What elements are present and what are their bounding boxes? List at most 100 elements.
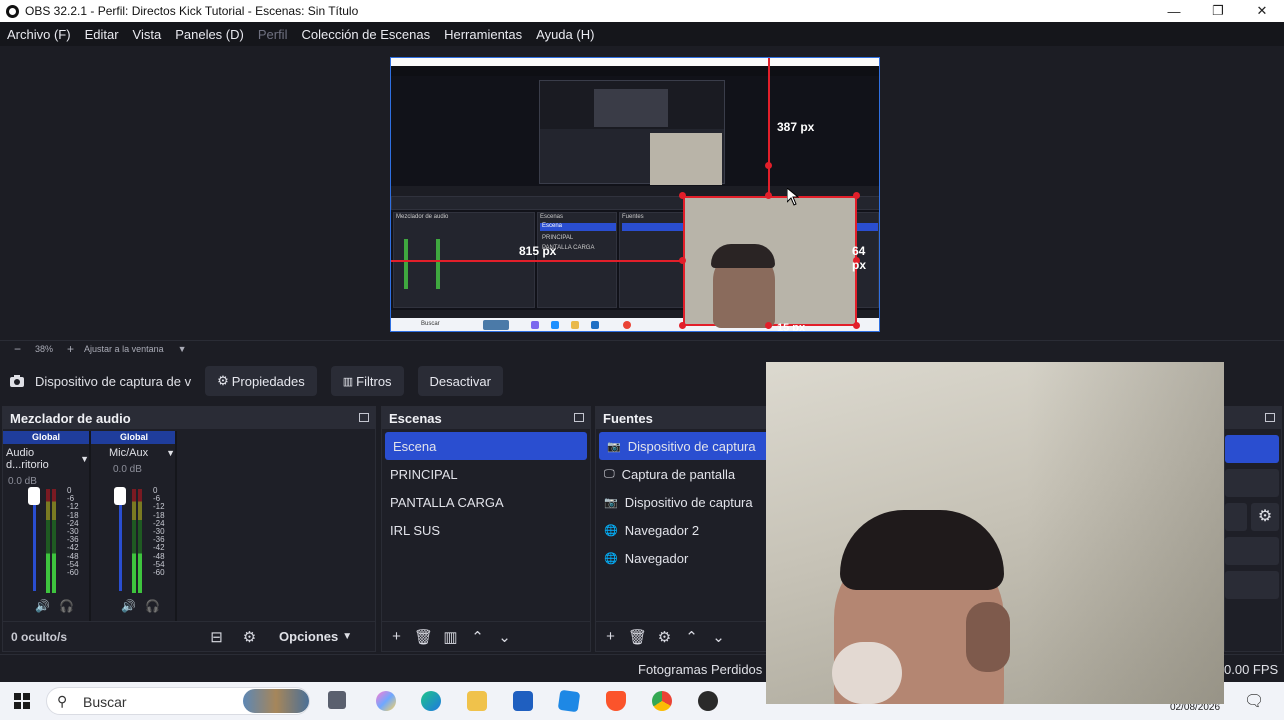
monitor-icon: 🖵 <box>604 467 615 480</box>
program-preview[interactable]: Mezclador de audio Escenas Escena PRINCI… <box>390 57 880 332</box>
undock-icon[interactable] <box>574 413 584 422</box>
resize-handle[interactable] <box>679 192 686 199</box>
title-bar: OBS 32.2.1 - Perfil: Directos Kick Tutor… <box>0 0 1284 22</box>
file-explorer-icon[interactable] <box>467 691 487 711</box>
close-button[interactable]: ✕ <box>1240 0 1284 22</box>
menu-paneles[interactable]: Paneles (D) <box>168 27 251 42</box>
mouse-cursor-icon <box>787 188 799 206</box>
start-streaming-button[interactable] <box>1225 435 1279 463</box>
scene-filters-icon[interactable]: ▥ <box>437 628 464 646</box>
scene-item[interactable]: PANTALLA CARGA <box>382 488 590 516</box>
scenes-dock: Escenas Escena PRINCIPAL PANTALLA CARGA … <box>381 406 591 652</box>
headphones-icon[interactable]: 🎧 <box>59 599 74 613</box>
menu-perfil[interactable]: Perfil <box>251 27 295 42</box>
task-view-icon[interactable] <box>328 691 346 709</box>
mixer-channel-mic: Global Mic/Aux ▼ 0.0 dB 0 -6 -12 -18 -24 -30-… <box>91 431 177 621</box>
headphones-icon[interactable]: 🎧 <box>145 599 160 613</box>
store-icon[interactable] <box>513 691 533 711</box>
selected-webcam-source[interactable] <box>683 196 857 328</box>
resize-handle[interactable] <box>765 162 772 169</box>
chevron-down-icon[interactable]: ▼ <box>342 631 352 642</box>
studio-mode-button[interactable] <box>1225 537 1279 565</box>
meter-scale: 0 -6 -12 -18 -24 -30 -36 -42 -48 -54 -60 <box>153 486 165 578</box>
menu-vista[interactable]: Vista <box>126 27 169 42</box>
volume-slider-handle[interactable] <box>114 487 126 505</box>
properties-button[interactable]: ⚙ Propiedades <box>205 366 317 396</box>
windows-start-icon[interactable] <box>14 693 30 709</box>
filters-button[interactable]: ▥ Filtros <box>330 366 404 396</box>
gear-icon[interactable]: ⚙ <box>651 628 678 646</box>
resize-handle[interactable] <box>679 322 686 329</box>
copilot-icon[interactable] <box>376 691 396 711</box>
search-icon: ⚲ <box>57 693 68 709</box>
zoom-in-button[interactable]: + <box>67 342 74 356</box>
channel-menu-icon[interactable]: ▼ <box>80 454 89 464</box>
volume-slider-handle[interactable] <box>28 487 40 505</box>
move-down-icon[interactable]: ⌄ <box>705 628 732 646</box>
guide-line-top <box>768 58 770 196</box>
zoom-out-button[interactable]: − <box>14 342 21 356</box>
hidden-count: 0 oculto/s <box>11 629 68 644</box>
nested-preview-window <box>539 80 725 185</box>
add-scene-button[interactable]: + <box>383 628 410 645</box>
level-meter <box>46 489 50 593</box>
notification-icon[interactable]: 🗨 <box>1244 691 1264 711</box>
obs-icon[interactable] <box>698 691 718 711</box>
brave-icon[interactable] <box>606 691 626 711</box>
taskbar-search-box[interactable]: ⚲ Buscar <box>46 687 310 715</box>
move-down-icon[interactable]: ⌄ <box>491 628 518 646</box>
menu-archivo[interactable]: Archivo (F) <box>0 27 78 42</box>
trash-icon[interactable]: 🗑 <box>624 628 651 646</box>
speaker-icon[interactable]: 🔊 <box>121 599 136 613</box>
maximize-button[interactable]: ❐ <box>1196 0 1240 22</box>
add-source-button[interactable]: + <box>597 628 624 645</box>
deactivate-button[interactable]: Desactivar <box>417 366 503 396</box>
scene-item[interactable]: IRL SUS <box>382 516 590 544</box>
menu-coleccion-escenas[interactable]: Colección de Escenas <box>294 27 437 42</box>
resize-handle[interactable] <box>679 257 686 264</box>
measure-left-label: 815 px <box>519 244 557 258</box>
trash-icon[interactable]: 🗑 <box>410 628 437 646</box>
undock-icon[interactable] <box>1265 413 1275 422</box>
menu-ayuda[interactable]: Ayuda (H) <box>529 27 601 42</box>
zoom-dropdown-icon[interactable]: ▼ <box>178 344 187 354</box>
outlook-icon[interactable] <box>557 689 581 713</box>
undock-icon[interactable] <box>359 413 369 422</box>
level-meter <box>132 489 136 593</box>
measure-right-label: 64 px <box>852 244 867 272</box>
zoom-level: 38% <box>35 344 54 354</box>
selected-source-name: Dispositivo de captura de v <box>35 373 192 389</box>
move-up-icon[interactable]: ⌃ <box>678 628 705 646</box>
chrome-icon[interactable] <box>652 691 672 711</box>
zoom-bar: − 38% + Ajustar a la ventana ▼ <box>0 340 1284 357</box>
channel-menu-icon[interactable]: ▼ <box>166 448 175 458</box>
fit-to-window-label[interactable]: Ajustar a la ventana <box>84 344 164 354</box>
minimize-button[interactable]: — <box>1152 0 1196 22</box>
audio-mixer-dock: Mezclador de audio Global Audio d...rito… <box>2 406 376 652</box>
edge-icon[interactable] <box>421 691 441 711</box>
menu-editar[interactable]: Editar <box>78 27 126 42</box>
speaker-icon[interactable]: 🔊 <box>35 599 50 613</box>
resize-handle[interactable] <box>853 192 860 199</box>
start-recording-button[interactable] <box>1225 469 1279 497</box>
scene-item[interactable]: PRINCIPAL <box>382 460 590 488</box>
level-meter <box>52 489 56 593</box>
menu-herramientas[interactable]: Herramientas <box>437 27 529 42</box>
resize-handle[interactable] <box>765 192 772 199</box>
controls-dock: ⚙ <box>1224 406 1282 652</box>
gear-icon[interactable]: ⚙ <box>1251 503 1279 531</box>
camera-icon: 📷 <box>607 440 621 453</box>
level-meter <box>138 489 142 593</box>
camera-icon: 📷 <box>604 496 618 509</box>
advanced-audio-icon[interactable]: ⚙ <box>236 628 263 646</box>
move-up-icon[interactable]: ⌃ <box>464 628 491 646</box>
scene-item[interactable]: Escena <box>385 432 587 460</box>
options-button[interactable]: Opciones <box>279 629 338 644</box>
resize-handle[interactable] <box>853 322 860 329</box>
channel-badge: Global <box>91 431 177 444</box>
layout-icon[interactable]: ⊟ <box>203 628 230 646</box>
filter-icon: ▥ <box>342 375 354 388</box>
settings-button[interactable] <box>1225 571 1279 599</box>
virtual-camera-button[interactable] <box>1225 503 1247 531</box>
resize-handle[interactable] <box>765 322 772 329</box>
